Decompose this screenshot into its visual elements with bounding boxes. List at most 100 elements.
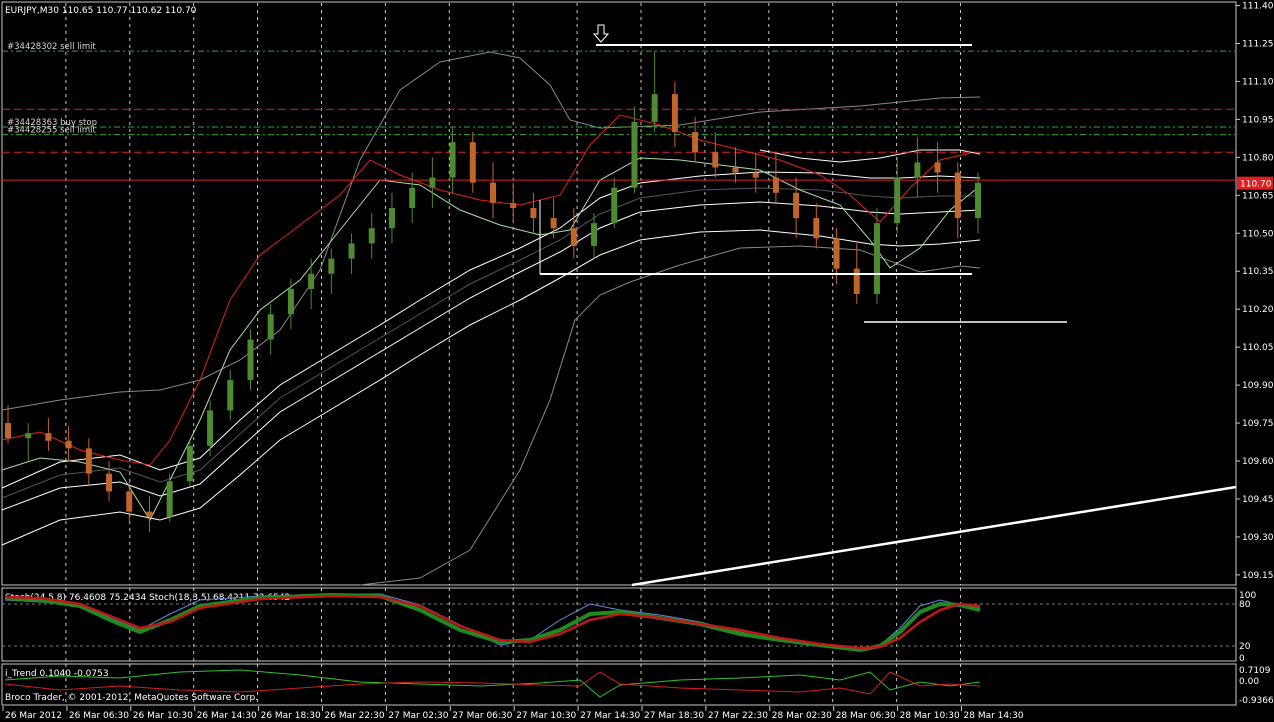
price-tick-label: 110.80: [1242, 153, 1274, 163]
candle: [5, 405, 11, 444]
time-tick-label: 27 Mar 06:30: [452, 711, 512, 721]
stoch-tick-20: 20: [1239, 642, 1251, 652]
trend-tick-max: 0.7109: [1239, 666, 1271, 676]
envelope-lower: [1, 229, 981, 546]
candle-body: [712, 152, 719, 168]
candle-body: [631, 121, 638, 188]
candle: [267, 304, 274, 355]
candle-body: [247, 339, 254, 381]
stoch-tick-80: 80: [1239, 600, 1251, 610]
price-tick-label: 111.25: [1242, 39, 1274, 49]
candle: [429, 157, 436, 208]
candle-body: [772, 177, 779, 193]
order-label: #34428302 sell limit: [7, 42, 97, 52]
candle-body: [106, 473, 113, 492]
candle: [368, 213, 375, 259]
candle: [348, 233, 355, 274]
price-tick-label: 110.95: [1242, 115, 1274, 125]
candle: [813, 202, 820, 249]
time-tick-label: 27 Mar 14:30: [580, 711, 640, 721]
candle: [146, 496, 153, 532]
main-panel-border: [1, 1, 1237, 586]
price-tick-label: 110.05: [1242, 343, 1274, 353]
time-tick-label: 26 Mar 06:30: [69, 711, 129, 721]
candle: [308, 258, 315, 310]
candle: [894, 157, 901, 234]
price-tick-label: 109.30: [1242, 533, 1274, 543]
candle: [591, 213, 598, 259]
price-tick-label: 111.40: [1242, 2, 1274, 12]
candle-body: [388, 207, 395, 229]
bollinger-lower: [359, 245, 981, 586]
time-tick-label: 28 Mar 06:30: [836, 711, 896, 721]
candle: [247, 329, 254, 391]
time-tick-label: 28 Mar 14:30: [964, 711, 1024, 721]
price-tick-label: 110.50: [1242, 229, 1274, 239]
order-lines[interactable]: #34428302 sell limit#34428363 buy stop#3…: [2, 42, 1236, 136]
candle-body: [833, 238, 840, 269]
trend-tick-min: -0.9366: [1239, 696, 1274, 706]
candle-body: [207, 410, 214, 446]
candle-body: [651, 94, 658, 122]
candle-body: [510, 202, 517, 208]
price-tick-label: 109.75: [1242, 419, 1274, 429]
price-tick-label: 111.10: [1242, 77, 1274, 87]
candle-body: [671, 94, 678, 133]
stoch-tick-0: 0: [1239, 654, 1245, 664]
candle-body: [449, 142, 456, 178]
symbol-info: EURJPY,M30 110.65 110.77 110.62 110.70: [5, 6, 197, 16]
candle: [671, 81, 678, 148]
candle: [611, 177, 618, 229]
price-axis: 111.40111.25111.10110.95110.80110.65110.…: [1236, 2, 1274, 581]
candle-body: [227, 380, 234, 411]
candle-body: [166, 481, 173, 517]
envelope-upper: [1, 171, 981, 489]
candle-body: [591, 223, 598, 246]
order-label: #34428255 sell limit: [7, 126, 97, 136]
candle-body: [954, 172, 961, 219]
candle-body: [287, 288, 294, 315]
candle: [287, 278, 294, 330]
trend-tick-zero: 0.00: [1239, 677, 1259, 687]
candle-body: [752, 172, 759, 178]
candle-body: [328, 258, 335, 274]
candle-body: [186, 445, 193, 482]
price-tick-label: 109.45: [1242, 495, 1274, 505]
current-price-marker: 110.70: [1237, 176, 1273, 190]
candle: [752, 152, 759, 193]
candle-body: [530, 207, 537, 219]
time-tick-label: 27 Mar 10:30: [516, 711, 576, 721]
candle: [449, 126, 456, 193]
candle-body: [409, 187, 416, 208]
trading-chart[interactable]: #34428302 sell limit#34428363 buy stop#3…: [0, 0, 1274, 722]
candle-body: [308, 273, 315, 289]
candle-body: [5, 423, 11, 439]
price-tick-label: 110.20: [1242, 305, 1274, 315]
candle: [207, 400, 214, 456]
candle-body: [914, 162, 921, 178]
candle-body: [126, 491, 133, 512]
candle: [490, 162, 496, 219]
candle-body: [368, 228, 375, 244]
candle: [227, 369, 234, 421]
candle-body: [732, 167, 739, 173]
candle-body: [894, 177, 901, 224]
time-tick-label: 27 Mar 18:30: [644, 711, 704, 721]
candle: [873, 207, 880, 305]
envelope-mid-gray: [1, 187, 980, 499]
candle-body: [873, 223, 880, 294]
down-arrow-icon: [592, 24, 610, 43]
time-tick-label: 26 Mar 2012: [5, 711, 62, 721]
time-tick-label: 26 Mar 10:30: [133, 711, 193, 721]
current-price: 110.70: [1240, 180, 1272, 190]
time-tick-label: 27 Mar 22:30: [708, 711, 768, 721]
candle-body: [570, 228, 577, 246]
ma-red: [1, 114, 976, 466]
bollinger-upper: [1, 51, 981, 411]
time-tick-label: 28 Mar 10:30: [900, 711, 960, 721]
trend-line[interactable]: [631, 485, 1237, 587]
candle: [85, 438, 92, 487]
candle: [975, 172, 981, 234]
candle-body: [550, 218, 557, 229]
candle: [25, 423, 32, 462]
